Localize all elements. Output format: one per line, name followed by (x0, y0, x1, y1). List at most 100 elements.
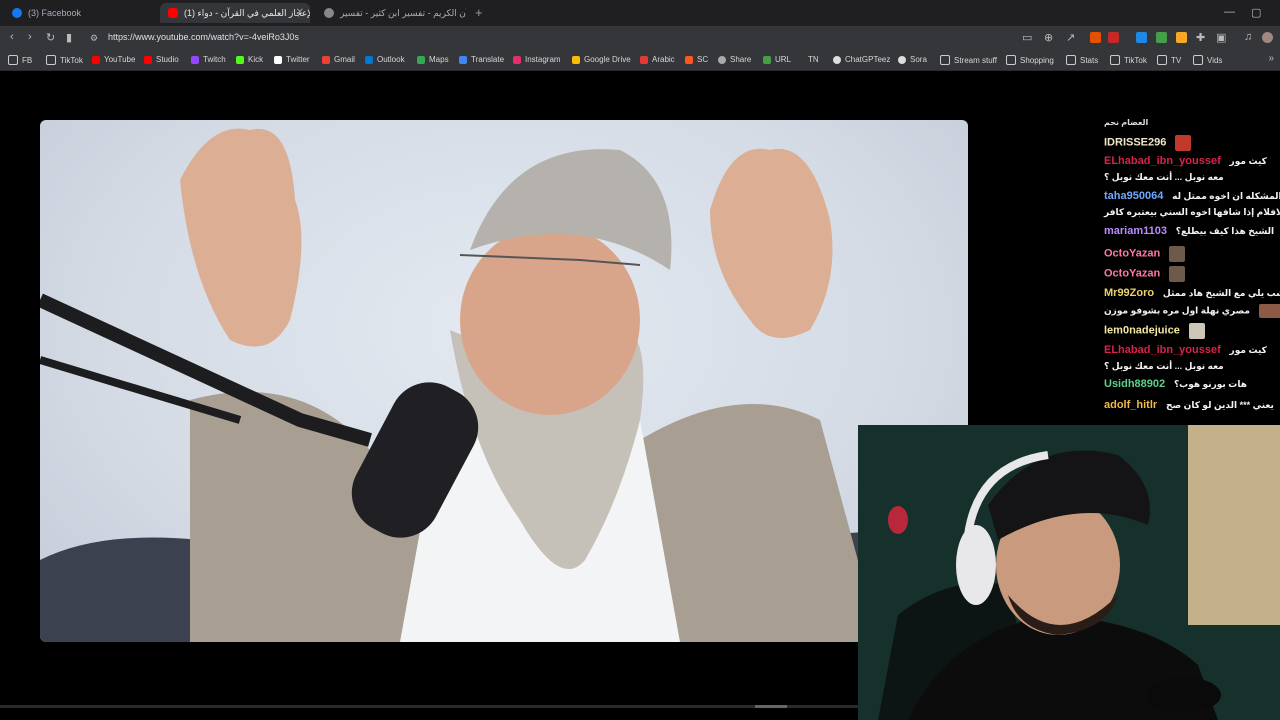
chat-message: taha950064 المشكله ان اخوه ممتل له (1104, 190, 1280, 203)
address-input[interactable]: https://www.youtube.com/watch?v=-4veiRo3… (108, 32, 299, 42)
bookmark-item[interactable]: Stats (1066, 55, 1098, 65)
extensions-puzzle-icon[interactable]: ✚ (1196, 31, 1205, 44)
sidebar-icon[interactable]: ▣ (1216, 31, 1226, 44)
bookmark-label: TikTok (60, 55, 83, 65)
bookmark-item[interactable]: FB (8, 55, 32, 65)
more-bookmarks-icon[interactable]: » (1268, 53, 1274, 64)
chat-message: مصري نهلة اول مره بشوفو موزن (1104, 304, 1280, 318)
chat-username: ELhabad_ibn_youssef (1104, 344, 1221, 356)
video-frame (40, 128, 968, 642)
chat-username: adolf_hitlr (1104, 399, 1158, 411)
reload-icon[interactable]: ↻ (46, 31, 55, 44)
bookmark-item[interactable]: TV (1157, 55, 1181, 65)
bookmark-item[interactable]: Kick (236, 55, 263, 64)
site-info-icon[interactable]: ⚙ (90, 33, 98, 44)
twitch-icon (191, 55, 199, 64)
chat-text: يعني *** الدين لو كان صح (1165, 400, 1274, 410)
right-hand (710, 148, 833, 338)
bookmark-label: TN (808, 55, 819, 64)
extension-icon[interactable] (1156, 32, 1167, 43)
bookmark-label: YouTube (104, 55, 136, 64)
back-icon[interactable]: ‹ (10, 31, 14, 43)
youtube-icon (168, 8, 178, 18)
minimize-button[interactable]: — (1224, 6, 1235, 18)
mic-arm (40, 356, 242, 424)
controller (1145, 677, 1221, 713)
bookmark-item[interactable]: Instagram (513, 55, 561, 64)
share-icon[interactable]: ↗ (1066, 31, 1075, 44)
cast-icon[interactable]: ▭ (1022, 31, 1032, 44)
face (460, 225, 640, 415)
bookmark-label: Shopping (1020, 55, 1054, 65)
bookmark-item[interactable]: URL (763, 55, 791, 64)
youtube-icon (92, 55, 100, 64)
bookmark-item[interactable]: Twitter (274, 55, 310, 64)
extension-icon[interactable] (1108, 32, 1119, 43)
chat-text: كيث مور (1229, 156, 1267, 166)
bookmark-label: Sora (910, 55, 927, 64)
x-icon (274, 55, 282, 64)
facebook-icon (12, 8, 22, 18)
chat-text: الافلام إذا شافها اخوه السني بيعتبره كاف… (1104, 207, 1280, 217)
profile-avatar-icon[interactable] (1262, 32, 1273, 43)
bookmark-item[interactable]: ChatGPTeez (833, 55, 890, 64)
chat-username: Mr99Zoro (1104, 287, 1155, 299)
bookmark-label: TikTok (1124, 55, 1147, 65)
new-tab-button[interactable]: + (475, 5, 483, 20)
zoom-icon[interactable]: ⊕ (1044, 31, 1053, 44)
bookmark-item[interactable]: Studio (144, 55, 179, 64)
bookmark-icon[interactable]: ▮ (66, 31, 72, 44)
bookmark-item[interactable]: Sora (898, 55, 927, 64)
bookmark-item[interactable]: Maps (417, 55, 449, 64)
video-progress-thumb[interactable] (755, 705, 787, 708)
extension-icon[interactable] (1176, 32, 1187, 43)
bookmark-item[interactable]: Gmail (322, 55, 355, 64)
bookmark-item[interactable]: TN (808, 55, 819, 64)
video-player[interactable] (40, 120, 968, 642)
navigation-bar: ‹ › ↻ ▮ ⚙ https://www.youtube.com/watch?… (0, 26, 1280, 50)
tab-title: (1) الإعجاز العلمي في القرآن - دواء (184, 7, 310, 18)
chat-username: OctoYazan (1104, 247, 1161, 260)
extension-icon[interactable] (1136, 32, 1147, 43)
bookmark-item[interactable]: Shopping (1006, 55, 1054, 65)
close-tab-icon[interactable]: ✕ (296, 7, 304, 18)
bookmark-item[interactable]: TikTok (1110, 55, 1147, 65)
bookmark-item[interactable]: Twitch (191, 55, 226, 64)
chat-message: Usidh88902 هات بورنو هوب؟ (1104, 378, 1247, 391)
bookmark-item[interactable]: YouTube (92, 55, 135, 64)
url-icon (763, 55, 771, 64)
bookmark-item[interactable]: Outlook (365, 55, 405, 64)
tab-quran[interactable]: القرآن الكريم - تفسير ابن كثير - تفسير (316, 3, 466, 23)
maximize-button[interactable]: ▢ (1251, 6, 1261, 19)
chat-message: الافلام إذا شافها اخوه السني بيعتبره كاف… (1104, 206, 1280, 219)
chat-text: الشب يلي مع الشيخ هاد ممثل (1162, 288, 1280, 298)
bookmark-label: Share (730, 55, 752, 64)
arabic-icon (640, 55, 648, 64)
tab-strip: (3) Facebook (1) الإعجاز العلمي في القرآ… (0, 0, 1280, 26)
bookmark-item[interactable]: Vids (1193, 55, 1222, 65)
forward-icon[interactable]: › (28, 31, 32, 43)
bookmark-item[interactable]: Translate (459, 55, 504, 64)
bookmark-item[interactable]: Share (718, 55, 751, 64)
bookmark-label: Twitch (203, 55, 226, 64)
bookmark-item[interactable]: Arabic (640, 55, 675, 64)
sc-icon (685, 55, 693, 64)
bookmark-item[interactable]: SC (685, 55, 708, 64)
chat-message: adolf_hitlr يعني *** الدين لو كان صح (1104, 399, 1274, 412)
chat-text: المشكله ان اخوه ممتل له (1172, 191, 1280, 201)
tab-youtube-active[interactable]: (1) الإعجاز العلمي في القرآن - دواء ✕ (160, 3, 310, 23)
extension-icon[interactable] (1090, 32, 1101, 43)
tab-facebook[interactable]: (3) Facebook (4, 3, 154, 23)
bookmark-item[interactable]: Stream stuff (940, 55, 997, 65)
face-emote-icon (1188, 323, 1205, 339)
bookmark-item[interactable]: Google Drive (572, 55, 631, 64)
folder-icon (940, 55, 950, 65)
bookmark-item[interactable]: TikTok (46, 55, 83, 65)
music-icon[interactable]: ♫ (1244, 31, 1252, 43)
folder-icon (1006, 55, 1016, 65)
chat-username: OctoYazan (1104, 267, 1161, 280)
shelf-figure (888, 506, 908, 534)
chat-message: OctoYazan (1104, 266, 1186, 282)
bookmark-label: Studio (156, 55, 179, 64)
gmail-icon (322, 55, 330, 64)
